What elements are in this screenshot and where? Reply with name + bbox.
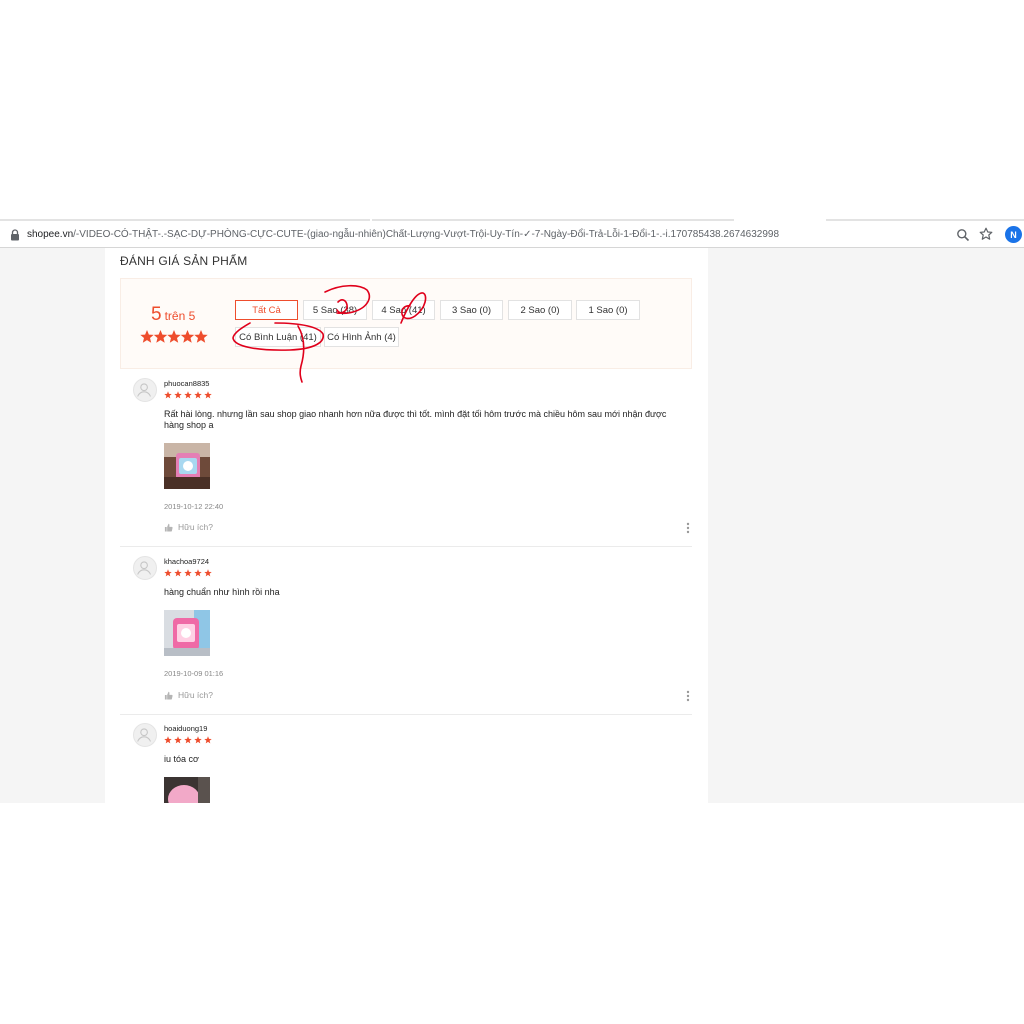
user-icon bbox=[137, 561, 152, 575]
review-stars-icon bbox=[164, 391, 212, 399]
filter-3-star-button[interactable]: 3 Sao (0) bbox=[440, 300, 503, 320]
user-icon bbox=[137, 383, 152, 397]
url-text[interactable]: shopee.vn/-VIDEO-CÓ-THẬT-.-SẠC-DỰ-PHÒNG-… bbox=[27, 228, 947, 241]
average-score: 5 trên 5 bbox=[151, 304, 195, 326]
helpful-button[interactable]: Hữu ích? bbox=[164, 522, 213, 532]
rating-overview: 5 trên 5 Tất Cả 5 Sao (38) 4 Sao (41) 3 S… bbox=[120, 278, 692, 369]
review-item: hoaiduong19 iu tóa cơ bbox=[120, 723, 692, 803]
avatar bbox=[133, 723, 157, 747]
review-timestamp: 2019-10-09 01:16 bbox=[164, 669, 224, 678]
helpful-label: Hữu ích? bbox=[178, 690, 213, 700]
review-photo[interactable] bbox=[164, 443, 210, 489]
power-bank-photo-icon bbox=[164, 443, 210, 489]
user-icon bbox=[137, 728, 152, 742]
page-viewport: ĐÁNH GIÁ SẢN PHẨM 5 trên 5 Tất Cả 5 Sao (… bbox=[0, 248, 1024, 803]
review-username[interactable]: hoaiduong19 bbox=[164, 724, 207, 733]
url-host: shopee.vn bbox=[27, 229, 74, 240]
profile-initial: N bbox=[1010, 229, 1017, 240]
power-bank-photo-icon bbox=[164, 777, 210, 803]
score-suffix: trên 5 bbox=[164, 309, 196, 323]
product-ratings-card: ĐÁNH GIÁ SẢN PHẨM 5 trên 5 Tất Cả 5 Sao (… bbox=[105, 248, 708, 803]
review-photo[interactable] bbox=[164, 610, 210, 656]
filter-4-star-button[interactable]: 4 Sao (41) bbox=[372, 300, 435, 320]
average-stars-icon bbox=[140, 330, 208, 343]
filter-with-image-button[interactable]: Có Hình Ảnh (4) bbox=[324, 327, 399, 347]
review-item: phuocan8835 Rất hài lòng. nhưng lần sau … bbox=[120, 378, 692, 547]
review-stars-icon bbox=[164, 569, 212, 577]
review-timestamp: 2019-10-12 22:40 bbox=[164, 502, 224, 511]
filter-all-button[interactable]: Tất Cả bbox=[235, 300, 298, 320]
lock-icon bbox=[11, 229, 19, 241]
more-options-icon[interactable] bbox=[686, 690, 690, 702]
filter-2-star-button[interactable]: 2 Sao (0) bbox=[508, 300, 572, 320]
zoom-icon[interactable] bbox=[956, 228, 970, 242]
review-comment: hàng chuẩn như hình rồi nha bbox=[164, 587, 280, 597]
review-item: khachoa9724 hàng chuẩn như hình rồi nha bbox=[120, 556, 692, 715]
review-stars-icon bbox=[164, 736, 212, 744]
review-divider bbox=[120, 546, 692, 547]
filter-with-comment-button[interactable]: Có Bình Luận (41) bbox=[235, 327, 321, 347]
review-comment: Rất hài lòng. nhưng lần sau shop giao nh… bbox=[164, 409, 667, 430]
avatar bbox=[133, 378, 157, 402]
more-options-icon[interactable] bbox=[686, 522, 690, 534]
helpful-button[interactable]: Hữu ích? bbox=[164, 690, 213, 700]
power-bank-photo-icon bbox=[164, 610, 210, 656]
thumbs-up-icon bbox=[164, 523, 173, 532]
review-photo[interactable] bbox=[164, 777, 210, 803]
avatar bbox=[133, 556, 157, 580]
score-value: 5 bbox=[151, 304, 162, 325]
review-comment: iu tóa cơ bbox=[164, 754, 199, 764]
thumbs-up-icon bbox=[164, 691, 173, 700]
section-title: ĐÁNH GIÁ SẢN PHẨM bbox=[120, 254, 248, 268]
review-divider bbox=[120, 714, 692, 715]
filter-1-star-button[interactable]: 1 Sao (0) bbox=[576, 300, 640, 320]
helpful-label: Hữu ích? bbox=[178, 522, 213, 532]
filter-5-star-button[interactable]: 5 Sao (38) bbox=[303, 300, 367, 320]
url-path: /-VIDEO-CÓ-THẬT-.-SẠC-DỰ-PHÒNG-CỰC-CUTE-… bbox=[73, 229, 780, 240]
browser-address-bar[interactable]: shopee.vn/-VIDEO-CÓ-THẬT-.-SẠC-DỰ-PHÒNG-… bbox=[0, 222, 1024, 248]
review-username[interactable]: phuocan8835 bbox=[164, 379, 209, 388]
profile-avatar-button[interactable]: N bbox=[1005, 226, 1022, 243]
bookmark-star-icon[interactable] bbox=[979, 227, 993, 241]
review-username[interactable]: khachoa9724 bbox=[164, 557, 209, 566]
